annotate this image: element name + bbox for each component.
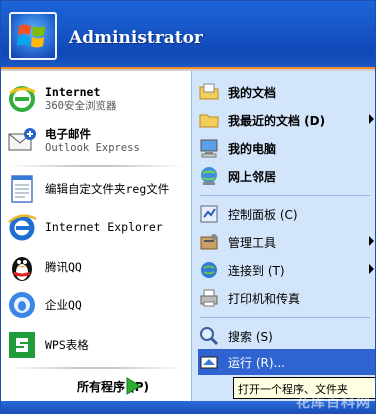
right-item-label: 我的文档 [228, 85, 277, 100]
wps-spreadsheet-icon [5, 328, 39, 362]
pinned-item-subtitle: 360安全浏览器 [45, 100, 117, 112]
pinned-separator [7, 165, 185, 167]
right-item-search[interactable]: 搜索 (S) [198, 323, 375, 349]
right-pane: 我的文档 我最近的文档 (D) 我的电脑 网上邻居 控制面板 (C) 管理工具 … [191, 71, 375, 401]
pinned-item-internet[interactable]: Internet 360安全浏览器 [5, 79, 189, 119]
qq-penguin-icon [5, 250, 39, 284]
admin-tools-icon [198, 231, 220, 253]
pinned-item-email[interactable]: 电子邮件 Outlook Express [5, 121, 189, 161]
network-places-icon [198, 165, 220, 187]
printer-fax-icon [198, 287, 220, 309]
right-item-connect-to[interactable]: 连接到 (T) [198, 257, 375, 283]
left-pane: Internet 360安全浏览器 电子邮件 Outlook Express 编… [1, 71, 191, 371]
right-item-label: 管理工具 [228, 235, 277, 250]
enterprise-qq-icon [5, 288, 39, 322]
notepad-icon [5, 172, 39, 206]
run-icon [198, 351, 220, 373]
start-menu-header: Administrator [1, 1, 375, 69]
windows-flag-icon [17, 24, 45, 48]
pinned-item-title: Internet [45, 85, 101, 99]
right-item-admin-tools[interactable]: 管理工具 [198, 229, 375, 255]
control-panel-icon [198, 203, 220, 225]
right-item-label: 搜索 (S) [228, 329, 273, 344]
connect-to-icon [198, 259, 220, 281]
right-item-label: 控制面板 (C) [228, 207, 298, 222]
right-item-label: 打印机和传真 [228, 291, 301, 306]
submenu-arrow-icon [369, 264, 374, 274]
recent-item-label: Internet Explorer [45, 220, 163, 234]
pinned-item-subtitle: Outlook Express [45, 142, 140, 154]
right-item-control-panel[interactable]: 控制面板 (C) [198, 201, 375, 227]
outlook-express-icon [5, 124, 39, 158]
right-item-printers-faxes[interactable]: 打印机和传真 [198, 285, 375, 311]
right-separator [200, 195, 370, 196]
recent-item-internet-explorer[interactable]: Internet Explorer [5, 207, 189, 247]
recent-item-wps-spreadsheet[interactable]: WPS表格 [5, 325, 189, 365]
recent-item-label: 企业QQ [45, 298, 82, 312]
right-item-label: 运行 (R)... [228, 355, 285, 370]
recent-item-label: WPS表格 [45, 338, 89, 352]
right-item-label: 我的电脑 [228, 141, 277, 156]
submenu-arrow-icon [369, 114, 374, 124]
ie-icon [5, 210, 39, 244]
right-item-label: 我最近的文档 (D) [228, 113, 326, 128]
recent-item-label: 腾讯QQ [45, 260, 82, 274]
right-item-my-documents[interactable]: 我的文档 [198, 79, 375, 105]
search-icon [198, 325, 220, 347]
my-computer-icon [198, 137, 220, 159]
recent-item-reg-editor[interactable]: 编辑自定文件夹reg文件 [5, 169, 189, 209]
watermark: 花库百科网 [296, 395, 371, 411]
all-programs-separator [7, 367, 185, 369]
recent-documents-icon [198, 109, 220, 131]
username: Administrator [69, 28, 203, 48]
all-programs-button[interactable]: 所有程序 (P) [1, 371, 191, 401]
right-item-label: 网上邻居 [228, 169, 277, 184]
recent-item-qq[interactable]: 腾讯QQ [5, 247, 189, 287]
right-item-my-computer[interactable]: 我的电脑 [198, 135, 375, 161]
recent-item-enterprise-qq[interactable]: 企业QQ [5, 285, 189, 325]
right-item-run[interactable]: 运行 (R)... [198, 349, 375, 375]
pinned-item-title: 电子邮件 [45, 127, 91, 141]
recent-item-label: 编辑自定文件夹reg文件 [45, 182, 170, 196]
right-separator [200, 317, 370, 318]
user-avatar[interactable] [9, 12, 57, 60]
green-arrow-icon [121, 374, 145, 398]
submenu-arrow-icon [369, 236, 374, 246]
right-item-recent-documents[interactable]: 我最近的文档 (D) [198, 107, 375, 133]
ie-360-browser-icon [5, 82, 39, 116]
my-documents-icon [198, 81, 220, 103]
right-item-network-places[interactable]: 网上邻居 [198, 163, 375, 189]
right-item-label: 连接到 (T) [228, 263, 285, 278]
start-menu: Administrator Internet 360安全浏览器 电子邮件 Out… [0, 0, 376, 414]
